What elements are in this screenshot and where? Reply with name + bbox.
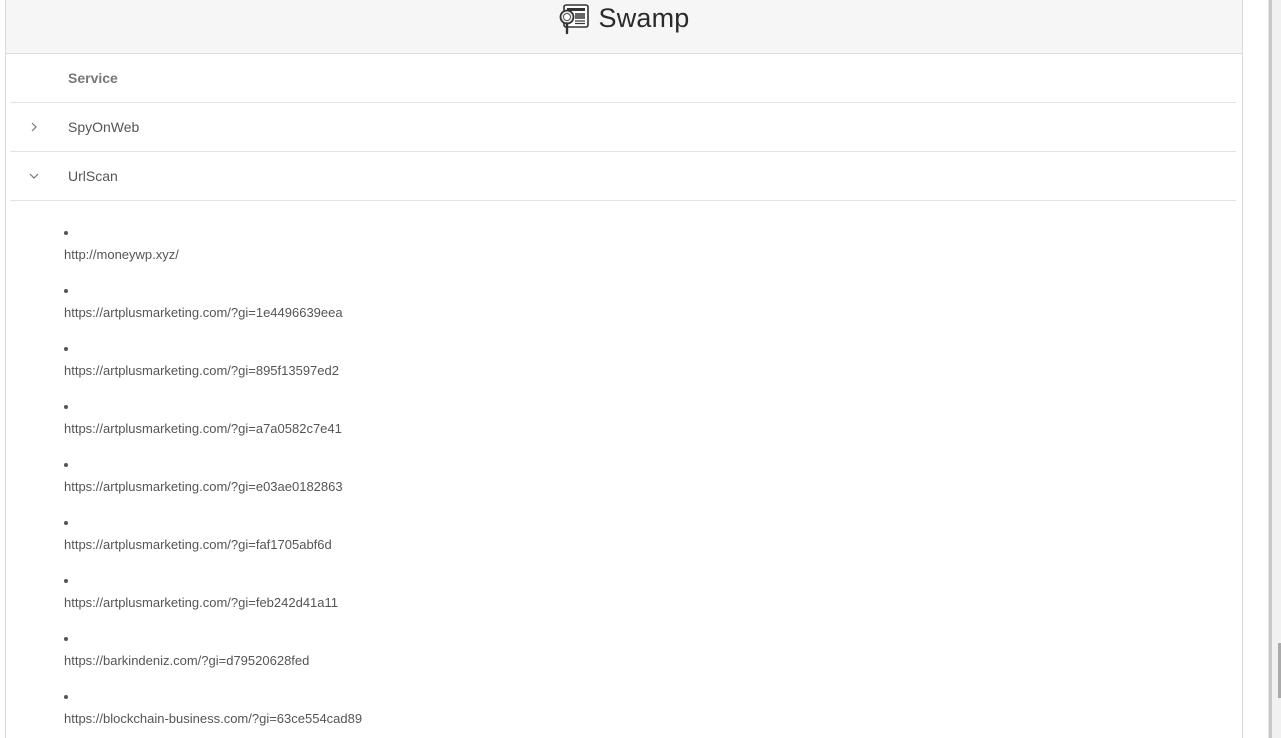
list-item: https://artplusmarketing.com/?gi=feb242d… [64, 571, 1236, 629]
bullet-icon [64, 637, 68, 641]
list-item: https://artplusmarketing.com/?gi=895f135… [64, 339, 1236, 397]
chevron-right-icon[interactable] [28, 121, 40, 133]
list-item: https://barkindeniz.com/?gi=d79520628fed [64, 629, 1236, 687]
list-item: http://moneywp.xyz/ [64, 223, 1236, 281]
url-link[interactable]: https://artplusmarketing.com/?gi=faf1705… [64, 537, 332, 552]
app-title: Swamp [598, 3, 690, 33]
service-name: SpyOnWeb [68, 119, 140, 135]
column-header-service[interactable]: Service [68, 70, 118, 86]
list-item: https://artplusmarketing.com/?gi=1e44966… [64, 281, 1236, 339]
list-item: https://artplusmarketing.com/?gi=faf1705… [64, 513, 1236, 571]
page: Swamp Service SpyOnWeb UrlScan http://mo… [0, 0, 1281, 738]
bullet-icon [64, 521, 68, 525]
header-brand: Swamp [558, 2, 689, 36]
bullet-icon [64, 347, 68, 351]
bullet-icon [64, 695, 68, 699]
url-link[interactable]: https://artplusmarketing.com/?gi=895f135… [64, 363, 339, 378]
urlscan-url-list: http://moneywp.xyz/ https://artplusmarke… [10, 201, 1236, 738]
scrollbar-track-edge [1269, 0, 1272, 738]
url-link[interactable]: https://blockchain-business.com/?gi=63ce… [64, 711, 362, 726]
url-link[interactable]: https://artplusmarketing.com/?gi=e03ae01… [64, 479, 343, 494]
app-header: Swamp [6, 0, 1242, 54]
services-table: Service SpyOnWeb UrlScan http://moneywp.… [10, 54, 1236, 738]
list-item: https://artplusmarketing.com/?gi=e03ae01… [64, 455, 1236, 513]
bullet-icon [64, 463, 68, 467]
url-link[interactable]: https://barkindeniz.com/?gi=d79520628fed [64, 653, 309, 668]
bullet-icon [64, 289, 68, 293]
chevron-down-icon[interactable] [28, 170, 40, 182]
bullet-icon [64, 231, 68, 235]
url-link[interactable]: http://moneywp.xyz/ [64, 247, 179, 262]
url-link[interactable]: https://artplusmarketing.com/?gi=feb242d… [64, 595, 338, 610]
table-row-spyonweb[interactable]: SpyOnWeb [10, 103, 1236, 152]
window-scrollbar[interactable] [1268, 0, 1281, 738]
url-link[interactable]: https://artplusmarketing.com/?gi=1e44966… [64, 305, 343, 320]
list-item: https://blockchain-business.com/?gi=63ce… [64, 687, 1236, 738]
main-panel: Swamp Service SpyOnWeb UrlScan http://mo… [5, 0, 1243, 738]
url-link[interactable]: https://artplusmarketing.com/?gi=a7a0582… [64, 421, 342, 436]
list-item: https://artplusmarketing.com/?gi=a7a0582… [64, 397, 1236, 455]
table-header-row: Service [10, 54, 1236, 103]
table-row-urlscan[interactable]: UrlScan [10, 152, 1236, 201]
bullet-icon [64, 405, 68, 409]
service-name: UrlScan [68, 168, 118, 184]
bullet-icon [64, 579, 68, 583]
magnifier-document-icon [560, 3, 590, 34]
